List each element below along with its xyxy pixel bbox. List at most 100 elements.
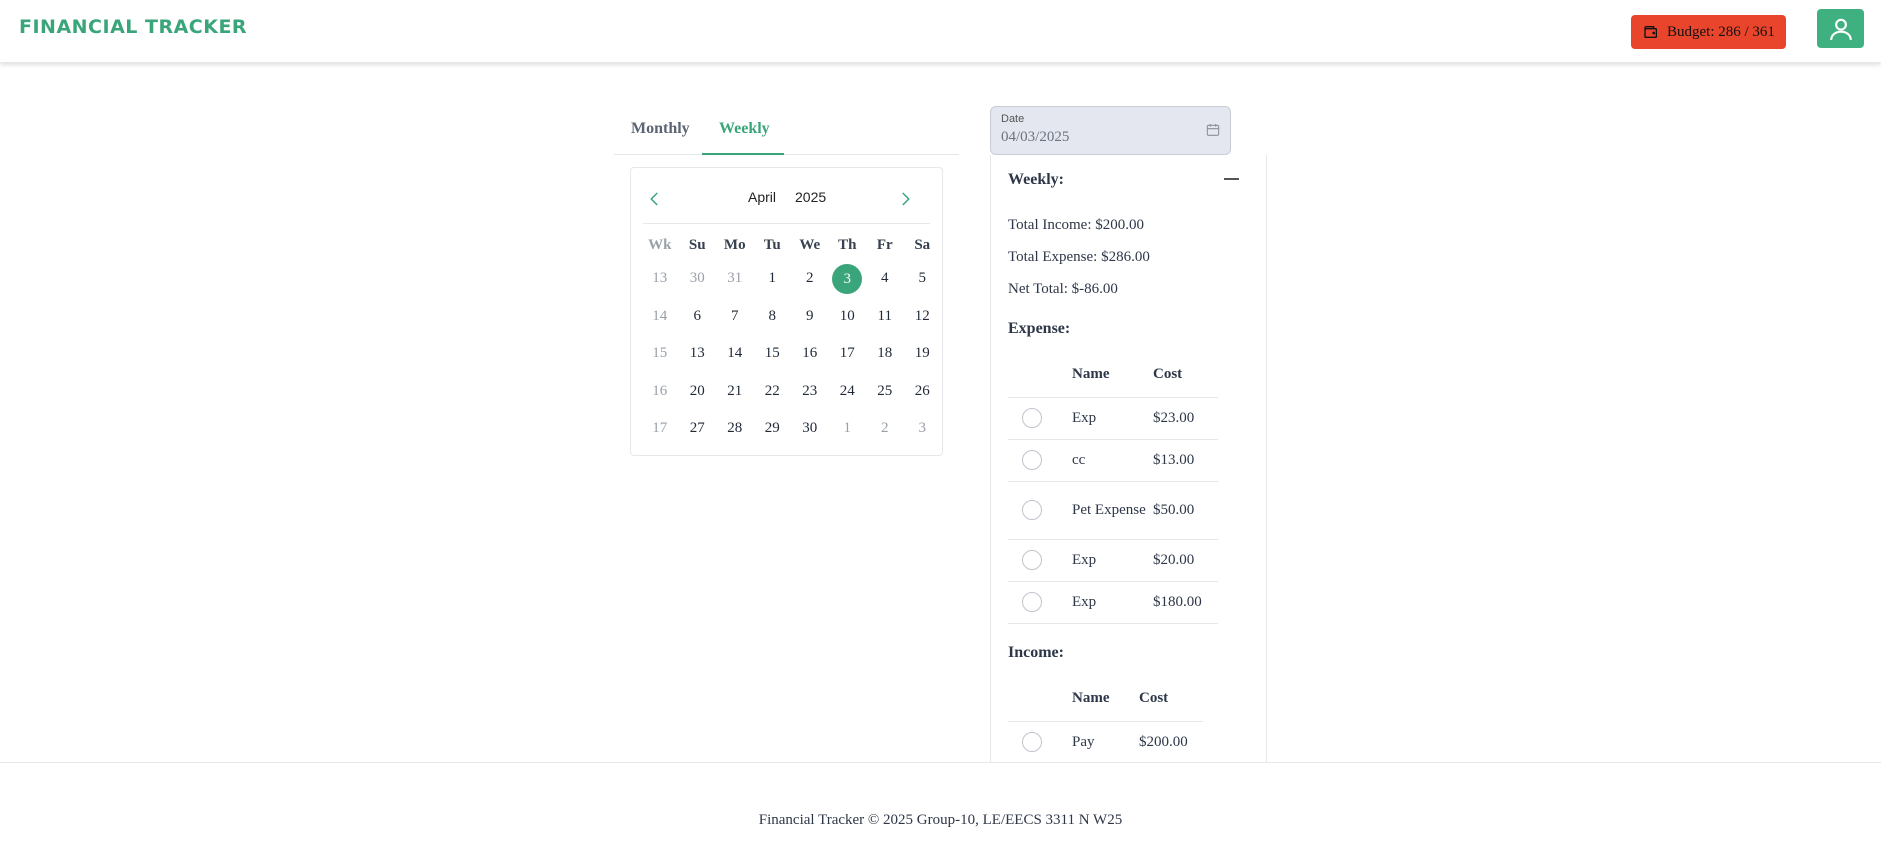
table-row[interactable]: Exp $23.00 <box>1008 396 1218 439</box>
row-radio[interactable] <box>1022 408 1042 428</box>
calendar-day[interactable]: 13 <box>679 345 717 362</box>
calendar: April 2025 Wk Su Mo Tu We Th Fr Sa 13 30… <box>630 167 943 456</box>
calendar-day[interactable]: 21 <box>716 383 754 400</box>
calendar-day[interactable]: 15 <box>754 345 792 362</box>
calendar-day[interactable]: 8 <box>754 308 792 325</box>
tab-monthly[interactable]: Monthly <box>614 113 707 155</box>
calendar-day[interactable]: 14 <box>716 345 754 362</box>
column-header-name: Name <box>1072 366 1110 383</box>
calendar-day[interactable]: 30 <box>679 270 717 287</box>
calendar-day[interactable]: 25 <box>866 383 904 400</box>
calendar-day[interactable]: 2 <box>866 420 904 437</box>
calendar-year[interactable]: 2025 <box>795 189 826 205</box>
row-radio[interactable] <box>1022 450 1042 470</box>
row-select-cell <box>1008 580 1072 624</box>
calendar-day[interactable]: 23 <box>791 383 829 400</box>
calendar-day[interactable]: 20 <box>679 383 717 400</box>
calendar-day[interactable]: 28 <box>716 420 754 437</box>
column-header-name: Name <box>1072 690 1110 707</box>
budget-label: Budget: 286 / 361 <box>1667 23 1775 40</box>
week-number: 14 <box>652 307 668 324</box>
calendar-day[interactable]: 16 <box>791 345 829 362</box>
calendar-day[interactable]: 1 <box>829 420 867 437</box>
calendar-week-row: 15 13 14 15 16 17 18 19 <box>641 335 941 373</box>
calendar-day[interactable]: 3 <box>904 420 942 437</box>
calendar-day[interactable]: 6 <box>679 308 717 325</box>
row-cost: $23.00 <box>1153 396 1218 439</box>
table-row[interactable]: Pet Expense $50.00 <box>1008 480 1218 539</box>
calendar-day[interactable]: 17 <box>829 345 867 362</box>
income-section-title: Income: <box>1008 644 1064 661</box>
tab-weekly[interactable]: Weekly <box>702 113 784 155</box>
weekday-header: Sa <box>914 236 931 253</box>
row-select-cell <box>1008 396 1072 439</box>
row-cost: $20.00 <box>1153 538 1218 581</box>
row-name: Exp <box>1072 580 1153 624</box>
calendar-day[interactable]: 11 <box>866 308 904 325</box>
select-column-header <box>1008 677 1072 721</box>
app-header: FINANCIAL TRACKER Budget: 286 / 361 <box>0 0 1881 63</box>
calendar-day[interactable]: 29 <box>754 420 792 437</box>
row-select-cell <box>1008 438 1072 481</box>
calendar-day[interactable]: 5 <box>904 270 942 287</box>
collapse-icon[interactable] <box>1224 178 1239 180</box>
calendar-day[interactable]: 9 <box>791 308 829 325</box>
net-total: Net Total: $-86.00 <box>1008 281 1118 297</box>
column-header-cost: Cost <box>1153 366 1183 383</box>
table-row[interactable]: Pay $200.00 <box>1008 720 1203 763</box>
row-name: cc <box>1072 438 1153 481</box>
view-tabs: Monthly Weekly <box>614 113 959 155</box>
calendar-week-row: 16 20 21 22 23 24 25 26 <box>641 373 941 411</box>
user-icon <box>1829 18 1852 40</box>
calendar-day-selected[interactable]: 3 <box>829 263 867 294</box>
calendar-day[interactable]: 2 <box>791 270 829 287</box>
chevron-left-icon <box>650 192 658 206</box>
table-header-row: Name Cost <box>1008 353 1218 397</box>
previous-month-button[interactable] <box>646 190 666 210</box>
row-radio[interactable] <box>1022 732 1042 753</box>
week-number: 13 <box>652 270 668 287</box>
calendar-week-row: 14 6 7 8 9 10 11 12 <box>641 298 941 336</box>
next-month-button[interactable] <box>896 190 916 210</box>
row-name: Pet Expense <box>1072 480 1153 539</box>
date-field-value[interactable]: 04/03/2025 <box>1001 129 1069 146</box>
table-row[interactable]: cc $13.00 <box>1008 438 1218 481</box>
calendar-day[interactable]: 10 <box>829 308 867 325</box>
table-row[interactable]: Exp $180.00 <box>1008 580 1218 624</box>
calendar-day[interactable]: 1 <box>754 270 792 287</box>
row-radio[interactable] <box>1022 500 1042 520</box>
calendar-day[interactable]: 12 <box>904 308 942 325</box>
calendar-day[interactable]: 24 <box>829 383 867 400</box>
calendar-day[interactable]: 27 <box>679 420 717 437</box>
weekly-summary-panel: Weekly: Total Income: $200.00 Total Expe… <box>990 155 1267 763</box>
profile-button[interactable] <box>1817 9 1864 48</box>
select-column-header <box>1008 353 1072 397</box>
calendar-day[interactable]: 7 <box>716 308 754 325</box>
row-radio[interactable] <box>1022 550 1042 570</box>
calendar-day[interactable]: 26 <box>904 383 942 400</box>
table-header-row: Name Cost <box>1008 677 1203 721</box>
calendar-day[interactable]: 22 <box>754 383 792 400</box>
row-cost: $180.00 <box>1153 580 1218 624</box>
weekday-header: Wk <box>648 236 672 253</box>
calendar-day[interactable]: 19 <box>904 345 942 362</box>
row-name: Exp <box>1072 396 1153 439</box>
wallet-icon <box>1644 26 1657 38</box>
calendar-day[interactable]: 4 <box>866 270 904 287</box>
table-row[interactable]: Exp $20.00 <box>1008 538 1218 581</box>
row-select-cell <box>1008 538 1072 581</box>
calendar-day[interactable]: 30 <box>791 420 829 437</box>
calendar-month[interactable]: April <box>748 189 776 205</box>
weekday-header: Th <box>838 236 857 253</box>
week-number: 15 <box>652 345 668 362</box>
calendar-day[interactable]: 31 <box>716 270 754 287</box>
calendar-day[interactable]: 18 <box>866 345 904 362</box>
row-cost: $50.00 <box>1153 480 1218 539</box>
calendar-icon[interactable] <box>1205 122 1221 138</box>
date-field[interactable]: Date 04/03/2025 <box>990 106 1231 155</box>
week-number: 16 <box>652 382 668 399</box>
budget-badge[interactable]: Budget: 286 / 361 <box>1631 15 1786 49</box>
row-select-cell <box>1008 720 1072 763</box>
brand-logo[interactable]: FINANCIAL TRACKER <box>19 16 247 38</box>
row-radio[interactable] <box>1022 592 1042 612</box>
